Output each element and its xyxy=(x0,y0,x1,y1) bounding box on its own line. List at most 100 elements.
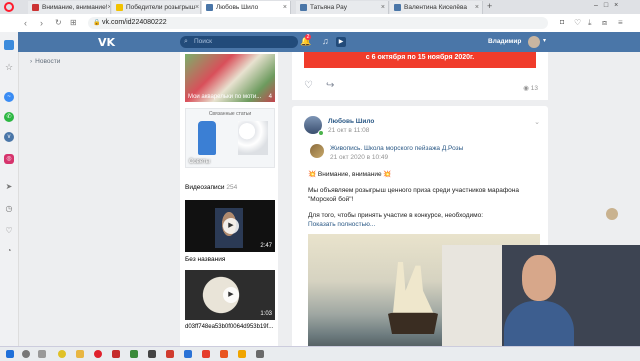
send-icon[interactable]: ➤ xyxy=(4,182,14,192)
opera-logo-icon[interactable] xyxy=(4,2,14,12)
search-icon: ⌕ xyxy=(184,38,188,45)
app-icon[interactable] xyxy=(130,350,138,358)
whatsapp-icon[interactable]: ✆ xyxy=(4,112,14,122)
tab-title: Татьяна Рау xyxy=(310,4,347,11)
menu-icon[interactable]: ≡ xyxy=(618,17,623,29)
url-text: vk.com/id224080222 xyxy=(102,19,167,26)
folder-icon[interactable] xyxy=(76,350,84,358)
video-duration: 1:03 xyxy=(260,311,272,317)
notification-badge: 2 xyxy=(305,34,311,40)
tab-favicon-icon xyxy=(300,4,307,11)
video-thumbnail-1[interactable]: ▶ 2:47 xyxy=(185,200,275,252)
back-icon[interactable]: ‹ xyxy=(24,17,27,29)
speed-dial-icon[interactable]: ⊞ xyxy=(70,17,77,29)
videos-header[interactable]: Видеозаписи 254 xyxy=(185,184,237,191)
close-icon[interactable]: × xyxy=(195,4,199,11)
clock-icon[interactable]: ◷ xyxy=(4,204,14,214)
share-icon[interactable]: ↪ xyxy=(326,80,334,91)
chevron-down-icon[interactable]: ▾ xyxy=(543,37,546,44)
show-more-link[interactable]: Показать полностью... xyxy=(308,221,375,228)
bookmark-heart-icon[interactable]: ♡ xyxy=(574,17,581,29)
instagram-icon[interactable]: ◎ xyxy=(4,154,14,164)
floating-avatar[interactable] xyxy=(606,208,618,220)
close-icon[interactable]: × xyxy=(283,4,287,11)
repost-avatar[interactable] xyxy=(310,144,324,158)
app-icon[interactable] xyxy=(238,350,246,358)
task-view-icon[interactable] xyxy=(38,350,46,358)
user-name[interactable]: Владимир xyxy=(488,38,521,45)
music-icon[interactable]: ♫ xyxy=(322,36,329,46)
close-icon[interactable]: × xyxy=(381,4,385,11)
reload-icon[interactable]: ↻ xyxy=(55,17,62,29)
video-title-1[interactable]: Без названия xyxy=(185,256,225,263)
tab-3[interactable]: Татьяна Рау × xyxy=(296,1,389,14)
app-icon[interactable] xyxy=(256,350,264,358)
person-image xyxy=(504,255,574,360)
repost-author[interactable]: Живопись. Школа морского пейзажа Д.Розы xyxy=(330,145,463,152)
contest-banner: с 6 октября по 15 ноября 2020г. xyxy=(304,52,536,68)
download-icon[interactable]: ⤓ xyxy=(588,17,592,29)
chevron-right-icon: › xyxy=(30,58,33,65)
ship-image xyxy=(388,262,438,334)
address-toolbar: ‹ › ↻ ⊞ 🔒 vk.com/id224080222 ◘ ♡ ⤓ ⧈ ≡ xyxy=(0,14,640,33)
cube-icon[interactable]: ⧈ xyxy=(602,17,607,29)
chrome-icon[interactable] xyxy=(58,350,66,358)
post-date[interactable]: 21 окт в 11:08 xyxy=(328,127,369,134)
tab-favicon-icon xyxy=(32,4,39,11)
app-icon[interactable] xyxy=(202,350,210,358)
tab-favicon-icon xyxy=(206,4,213,11)
opera-icon[interactable] xyxy=(94,350,102,358)
messenger-icon[interactable]: ~ xyxy=(4,92,14,102)
avatar[interactable] xyxy=(528,36,540,48)
article-card-title: Связанные статьи xyxy=(208,111,252,117)
detergent-bottle-image xyxy=(198,121,216,155)
post-text-line: 💥 Внимание, внимание 💥 xyxy=(308,171,392,178)
app-icon[interactable] xyxy=(148,350,156,358)
app-icon[interactable] xyxy=(184,350,192,358)
album-card[interactable]: Мои акварельки по моти... 4 xyxy=(185,54,275,102)
vk-icon[interactable]: v xyxy=(4,132,14,142)
tab-1[interactable]: Победители розыгрыш × xyxy=(112,1,201,14)
windows-start-icon[interactable] xyxy=(6,350,14,358)
tab-title: Любовь Шило xyxy=(216,4,259,11)
star-icon[interactable]: ☆ xyxy=(4,62,14,72)
home-icon[interactable] xyxy=(4,40,14,50)
video-title-2[interactable]: d03ff748ea53b0f0064d953b19f... xyxy=(185,324,273,330)
post-text-line: Мы объявляем розыгрыш ценного приза сред… xyxy=(308,187,520,203)
play-button[interactable]: ▶ xyxy=(336,37,346,47)
eye-icon: ◉ xyxy=(523,85,531,92)
search-icon[interactable] xyxy=(22,350,30,358)
article-card[interactable]: Связанные статьи Советы xyxy=(185,108,275,168)
window-controls[interactable]: –□× xyxy=(594,2,624,9)
play-icon[interactable]: ▶ xyxy=(223,218,239,234)
like-icon[interactable]: ♡ xyxy=(304,80,313,91)
heart-icon[interactable]: ♡ xyxy=(4,226,14,236)
windows-taskbar xyxy=(0,346,640,361)
close-icon[interactable]: × xyxy=(475,4,479,11)
chevron-down-icon[interactable]: ⌄ xyxy=(534,118,540,126)
views-counter: ◉ 13 xyxy=(523,84,538,92)
nav-item-news[interactable]: › Новости xyxy=(30,58,60,65)
tab-4[interactable]: Валентина Киселёва × xyxy=(390,1,483,14)
videos-label: Видеозаписи xyxy=(185,184,225,191)
new-tab-button[interactable]: + xyxy=(487,1,492,11)
post-author[interactable]: Любовь Шило xyxy=(328,118,374,125)
video-thumbnail-2[interactable]: ▶ 1:03 xyxy=(185,270,275,320)
forward-icon[interactable]: › xyxy=(40,17,43,29)
play-icon[interactable]: ▶ xyxy=(223,287,239,303)
vk-logo-icon[interactable]: VK xyxy=(98,36,115,49)
tab-0[interactable]: Внимание, внимание!× xyxy=(28,1,111,14)
online-dot xyxy=(318,130,324,136)
close-icon[interactable]: × xyxy=(108,4,111,11)
app-icon[interactable] xyxy=(166,350,174,358)
browser-tab-bar: Внимание, внимание!× Победители розыгрыш… xyxy=(0,0,640,14)
camera-icon[interactable]: ◘ xyxy=(560,17,564,29)
app-icon[interactable] xyxy=(220,350,228,358)
webcam-video xyxy=(442,245,640,360)
app-icon[interactable] xyxy=(112,350,120,358)
tab-2[interactable]: Любовь Шило × xyxy=(202,1,291,14)
address-input[interactable]: 🔒 vk.com/id224080222 xyxy=(88,17,548,29)
videos-count: 254 xyxy=(226,184,238,191)
history-icon[interactable]: ◔ xyxy=(4,246,14,256)
search-input[interactable]: ⌕ Поиск xyxy=(180,36,298,48)
